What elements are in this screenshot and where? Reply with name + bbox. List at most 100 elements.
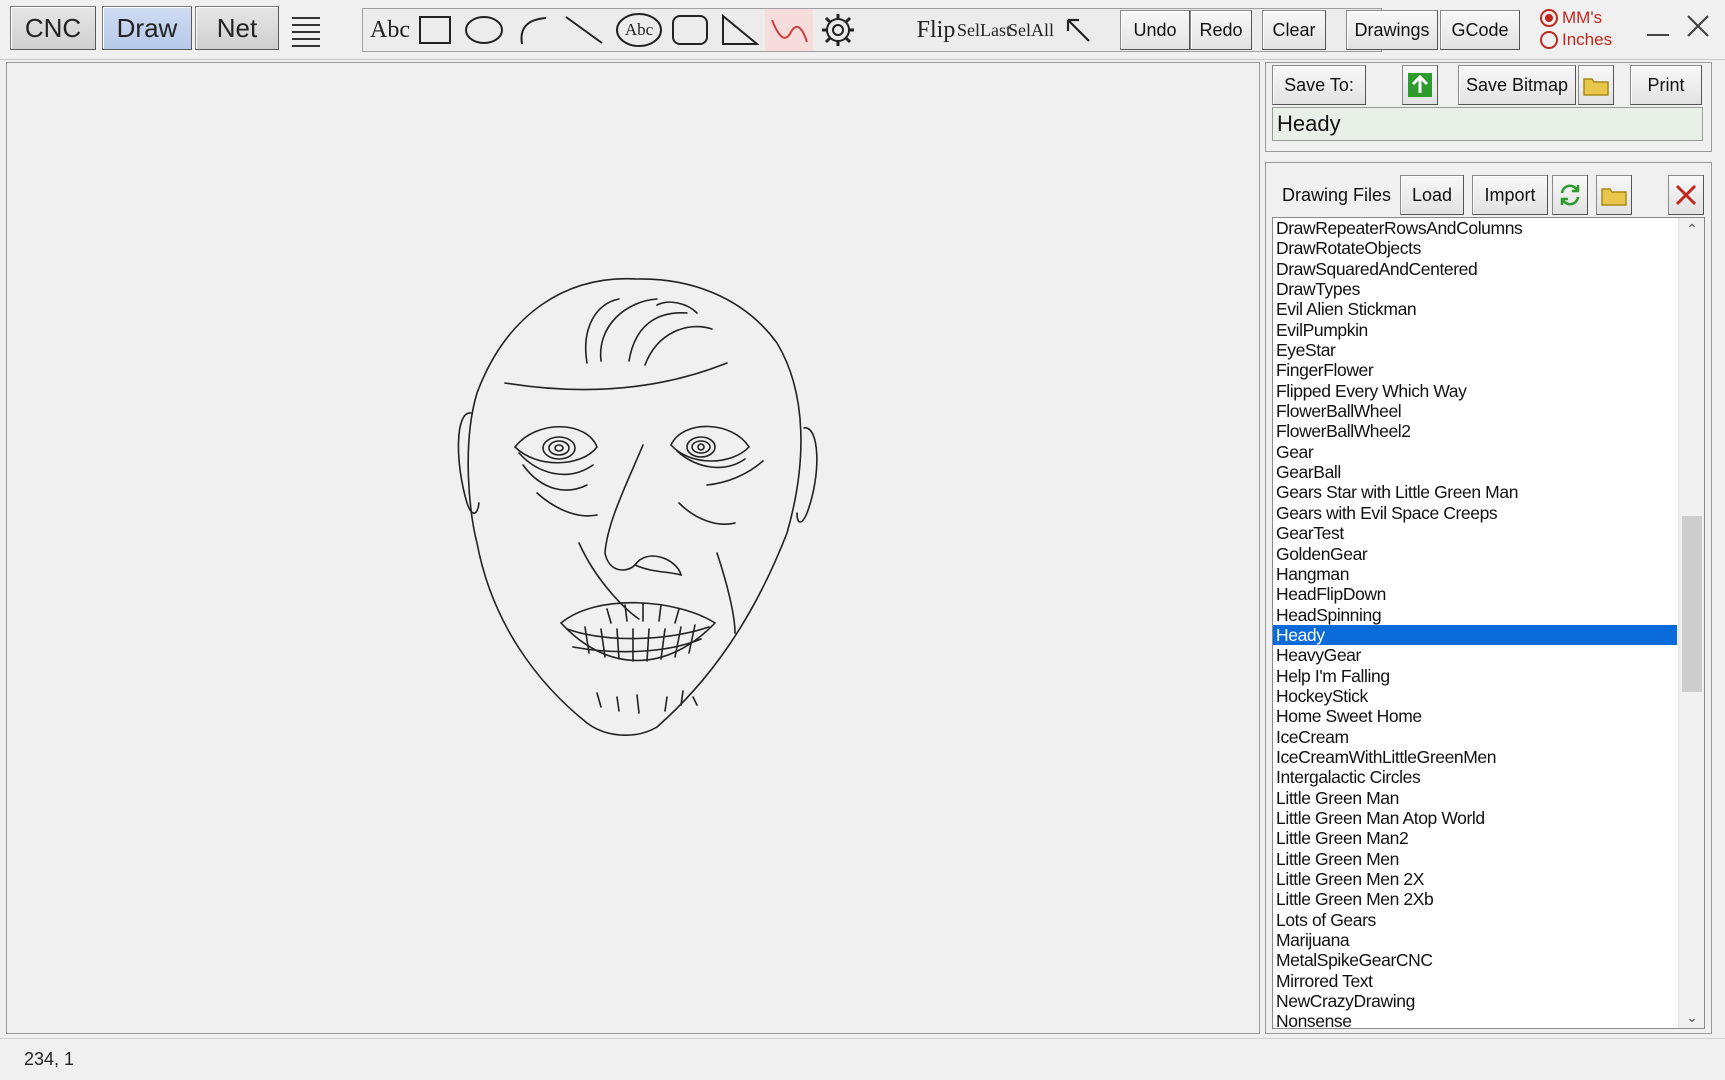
hair-stroke — [585, 298, 620, 364]
file-item[interactable]: Flipped Every Which Way — [1273, 381, 1677, 401]
select-last-button[interactable]: Sel Last — [957, 9, 1011, 51]
file-item[interactable]: GearBall — [1273, 462, 1677, 482]
text-circle-tool[interactable]: Abc — [613, 9, 665, 51]
mm-label: MM's — [1562, 8, 1603, 27]
text-circle-label: Abc — [624, 20, 654, 39]
file-item[interactable]: Little Green Men 2Xb — [1273, 889, 1677, 909]
filename-input[interactable]: Heady — [1272, 107, 1703, 141]
gcode-button[interactable]: GCode — [1440, 10, 1520, 50]
flip-button[interactable]: Flip — [911, 9, 961, 51]
file-item[interactable]: IceCreamWithLittleGreenMen — [1273, 747, 1677, 767]
file-item[interactable]: Little Green Men — [1273, 849, 1677, 869]
file-item[interactable]: DrawRotateObjects — [1273, 238, 1677, 258]
file-item[interactable]: Mirrored Text — [1273, 971, 1677, 991]
file-item[interactable]: Evil Alien Stickman — [1273, 299, 1677, 319]
rounded-rectangle-tool[interactable] — [667, 9, 713, 51]
save-bitmap-button[interactable]: Save Bitmap — [1458, 65, 1576, 105]
file-item[interactable]: FlowerBallWheel — [1273, 401, 1677, 421]
file-item[interactable]: Home Sweet Home — [1273, 706, 1677, 726]
file-item[interactable]: Gears Star with Little Green Man — [1273, 482, 1677, 502]
hair-stroke — [628, 312, 688, 362]
redo-button[interactable]: Redo — [1190, 10, 1252, 50]
ellipse-tool[interactable] — [461, 9, 507, 51]
drawing-canvas[interactable] — [6, 62, 1260, 1034]
status-bar: 234, 1 — [0, 1038, 1725, 1080]
units-mm-option[interactable]: MM's — [1540, 8, 1602, 28]
pointer-arrow-icon[interactable] — [1057, 9, 1099, 51]
file-item[interactable]: Gear — [1273, 442, 1677, 462]
select-all-line2: All — [1031, 19, 1055, 40]
file-item[interactable]: HockeyStick — [1273, 686, 1677, 706]
tab-cnc[interactable]: CNC — [10, 6, 96, 50]
hair-stroke — [644, 325, 713, 366]
scroll-up-icon[interactable]: ⌃ — [1679, 218, 1704, 240]
file-item[interactable]: Little Green Man2 — [1273, 828, 1677, 848]
folder-icon[interactable] — [1578, 65, 1614, 105]
file-item[interactable]: HeadSpinning — [1273, 605, 1677, 625]
file-item[interactable]: Gears with Evil Space Creeps — [1273, 503, 1677, 523]
select-all-button[interactable]: Sel All — [1008, 9, 1055, 51]
file-list-items: DrawRepeaterRowsAndColumns DrawRotateObje… — [1273, 218, 1677, 1028]
clear-button[interactable]: Clear — [1262, 10, 1326, 50]
file-item[interactable]: HeavyGear — [1273, 645, 1677, 665]
curve-tool[interactable] — [765, 9, 813, 51]
file-item[interactable]: FlowerBallWheel2 — [1273, 421, 1677, 441]
delete-file-icon[interactable] — [1668, 175, 1704, 215]
tab-net[interactable]: Net — [195, 6, 279, 50]
file-item[interactable]: GoldenGear — [1273, 544, 1677, 564]
gear-tool-icon[interactable] — [815, 9, 861, 51]
file-item[interactable]: GearTest — [1273, 523, 1677, 543]
close-window-icon[interactable] — [1680, 6, 1716, 46]
select-last-line1: Sel — [957, 19, 981, 40]
file-item[interactable]: IceCream — [1273, 727, 1677, 747]
rectangle-tool[interactable] — [415, 9, 455, 51]
triangle-tool[interactable] — [715, 9, 763, 51]
file-item[interactable]: Help I'm Falling — [1273, 666, 1677, 686]
line-tool[interactable] — [559, 9, 609, 51]
file-item[interactable]: NewCrazyDrawing — [1273, 991, 1677, 1011]
file-item[interactable]: MetalSpikeGearCNC — [1273, 950, 1677, 970]
file-item[interactable]: FingerFlower — [1273, 360, 1677, 380]
import-button[interactable]: Import — [1472, 175, 1548, 215]
open-folder-icon[interactable] — [1596, 175, 1632, 215]
file-item[interactable]: DrawSquaredAndCentered — [1273, 259, 1677, 279]
file-item[interactable]: Lots of Gears — [1273, 910, 1677, 930]
file-item[interactable]: Little Green Man Atop World — [1273, 808, 1677, 828]
file-item[interactable]: EvilPumpkin — [1273, 320, 1677, 340]
file-item[interactable]: EyeStar — [1273, 340, 1677, 360]
mm-radio[interactable] — [1540, 9, 1558, 27]
file-list-scrollbar[interactable]: ⌃ ⌄ — [1678, 218, 1704, 1028]
drawings-button[interactable]: Drawings — [1346, 10, 1438, 50]
file-item[interactable]: HeadFlipDown — [1273, 584, 1677, 604]
file-item[interactable]: Hangman — [1273, 564, 1677, 584]
left-eye — [513, 426, 598, 464]
drawing-files-label: Drawing Files — [1282, 185, 1392, 205]
undo-button[interactable]: Undo — [1120, 10, 1190, 50]
file-item[interactable]: Nonsense — [1273, 1011, 1677, 1028]
refresh-icon[interactable] — [1552, 175, 1588, 215]
hair-stroke — [599, 298, 658, 362]
file-item[interactable]: Marijuana — [1273, 930, 1677, 950]
file-item[interactable]: DrawTypes — [1273, 279, 1677, 299]
save-to-button[interactable]: Save To: — [1272, 65, 1366, 105]
file-item[interactable]: DrawRepeaterRowsAndColumns — [1273, 218, 1677, 238]
drawing-file-list[interactable]: DrawRepeaterRowsAndColumns DrawRotateObje… — [1272, 217, 1705, 1029]
arc-tool[interactable] — [509, 9, 555, 51]
scroll-down-icon[interactable]: ⌄ — [1679, 1006, 1704, 1028]
file-item[interactable]: Intergalactic Circles — [1273, 767, 1677, 787]
print-button[interactable]: Print — [1630, 65, 1702, 105]
minimize-icon[interactable] — [1640, 6, 1676, 46]
load-button[interactable]: Load — [1400, 175, 1464, 215]
scroll-thumb[interactable] — [1682, 516, 1702, 692]
file-item-selected[interactable]: Heady — [1273, 624, 1677, 646]
tab-draw[interactable]: Draw — [102, 6, 192, 50]
text-tool[interactable]: Abc — [367, 9, 413, 51]
main-toolbar: CNC Draw Net Abc Abc Flip Sel Last Sel A… — [0, 0, 1725, 60]
inches-radio[interactable] — [1540, 31, 1558, 49]
units-inches-option[interactable]: Inches — [1540, 30, 1612, 50]
menu-icon[interactable] — [286, 10, 326, 52]
upload-arrow-icon[interactable] — [1402, 65, 1438, 105]
file-item[interactable]: Little Green Men 2X — [1273, 869, 1677, 889]
right-ear — [796, 427, 818, 523]
file-item[interactable]: Little Green Man — [1273, 788, 1677, 808]
